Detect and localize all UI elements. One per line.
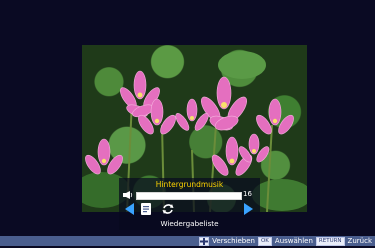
controls-row [123, 202, 256, 216]
select-hint: Auswählen [274, 237, 313, 245]
speaker-icon[interactable] [123, 191, 133, 199]
background-music-panel: Hintergrundmusik 16 Wiedergabeliste [119, 178, 260, 230]
repeat-icon[interactable] [161, 202, 175, 216]
bottom-status-bar: Verschieben OK Auswählen RETURN Zurück [0, 236, 375, 246]
return-key[interactable]: RETURN [315, 236, 345, 246]
playlist-icon[interactable] [139, 202, 153, 216]
right-arrow-icon[interactable] [241, 202, 255, 216]
dpad-icon [199, 236, 210, 246]
playlist-label: Wiedergabeliste [160, 219, 219, 228]
ok-key[interactable]: OK [257, 236, 272, 246]
move-hint: Verschieben [212, 237, 255, 245]
volume-value: 16 [243, 190, 252, 198]
volume-fill [137, 193, 153, 199]
navigation-hints: Verschieben OK Auswählen RETURN Zurück [199, 236, 372, 246]
panel-title: Hintergrundmusik [155, 180, 224, 189]
volume-slider[interactable] [136, 192, 242, 200]
back-hint: Zurück [347, 237, 372, 245]
volume-row: 16 [123, 190, 256, 200]
slideshow-screen: Hintergrundmusik 16 Wiedergabeliste Vers… [0, 0, 375, 246]
left-arrow-icon[interactable] [123, 202, 137, 216]
